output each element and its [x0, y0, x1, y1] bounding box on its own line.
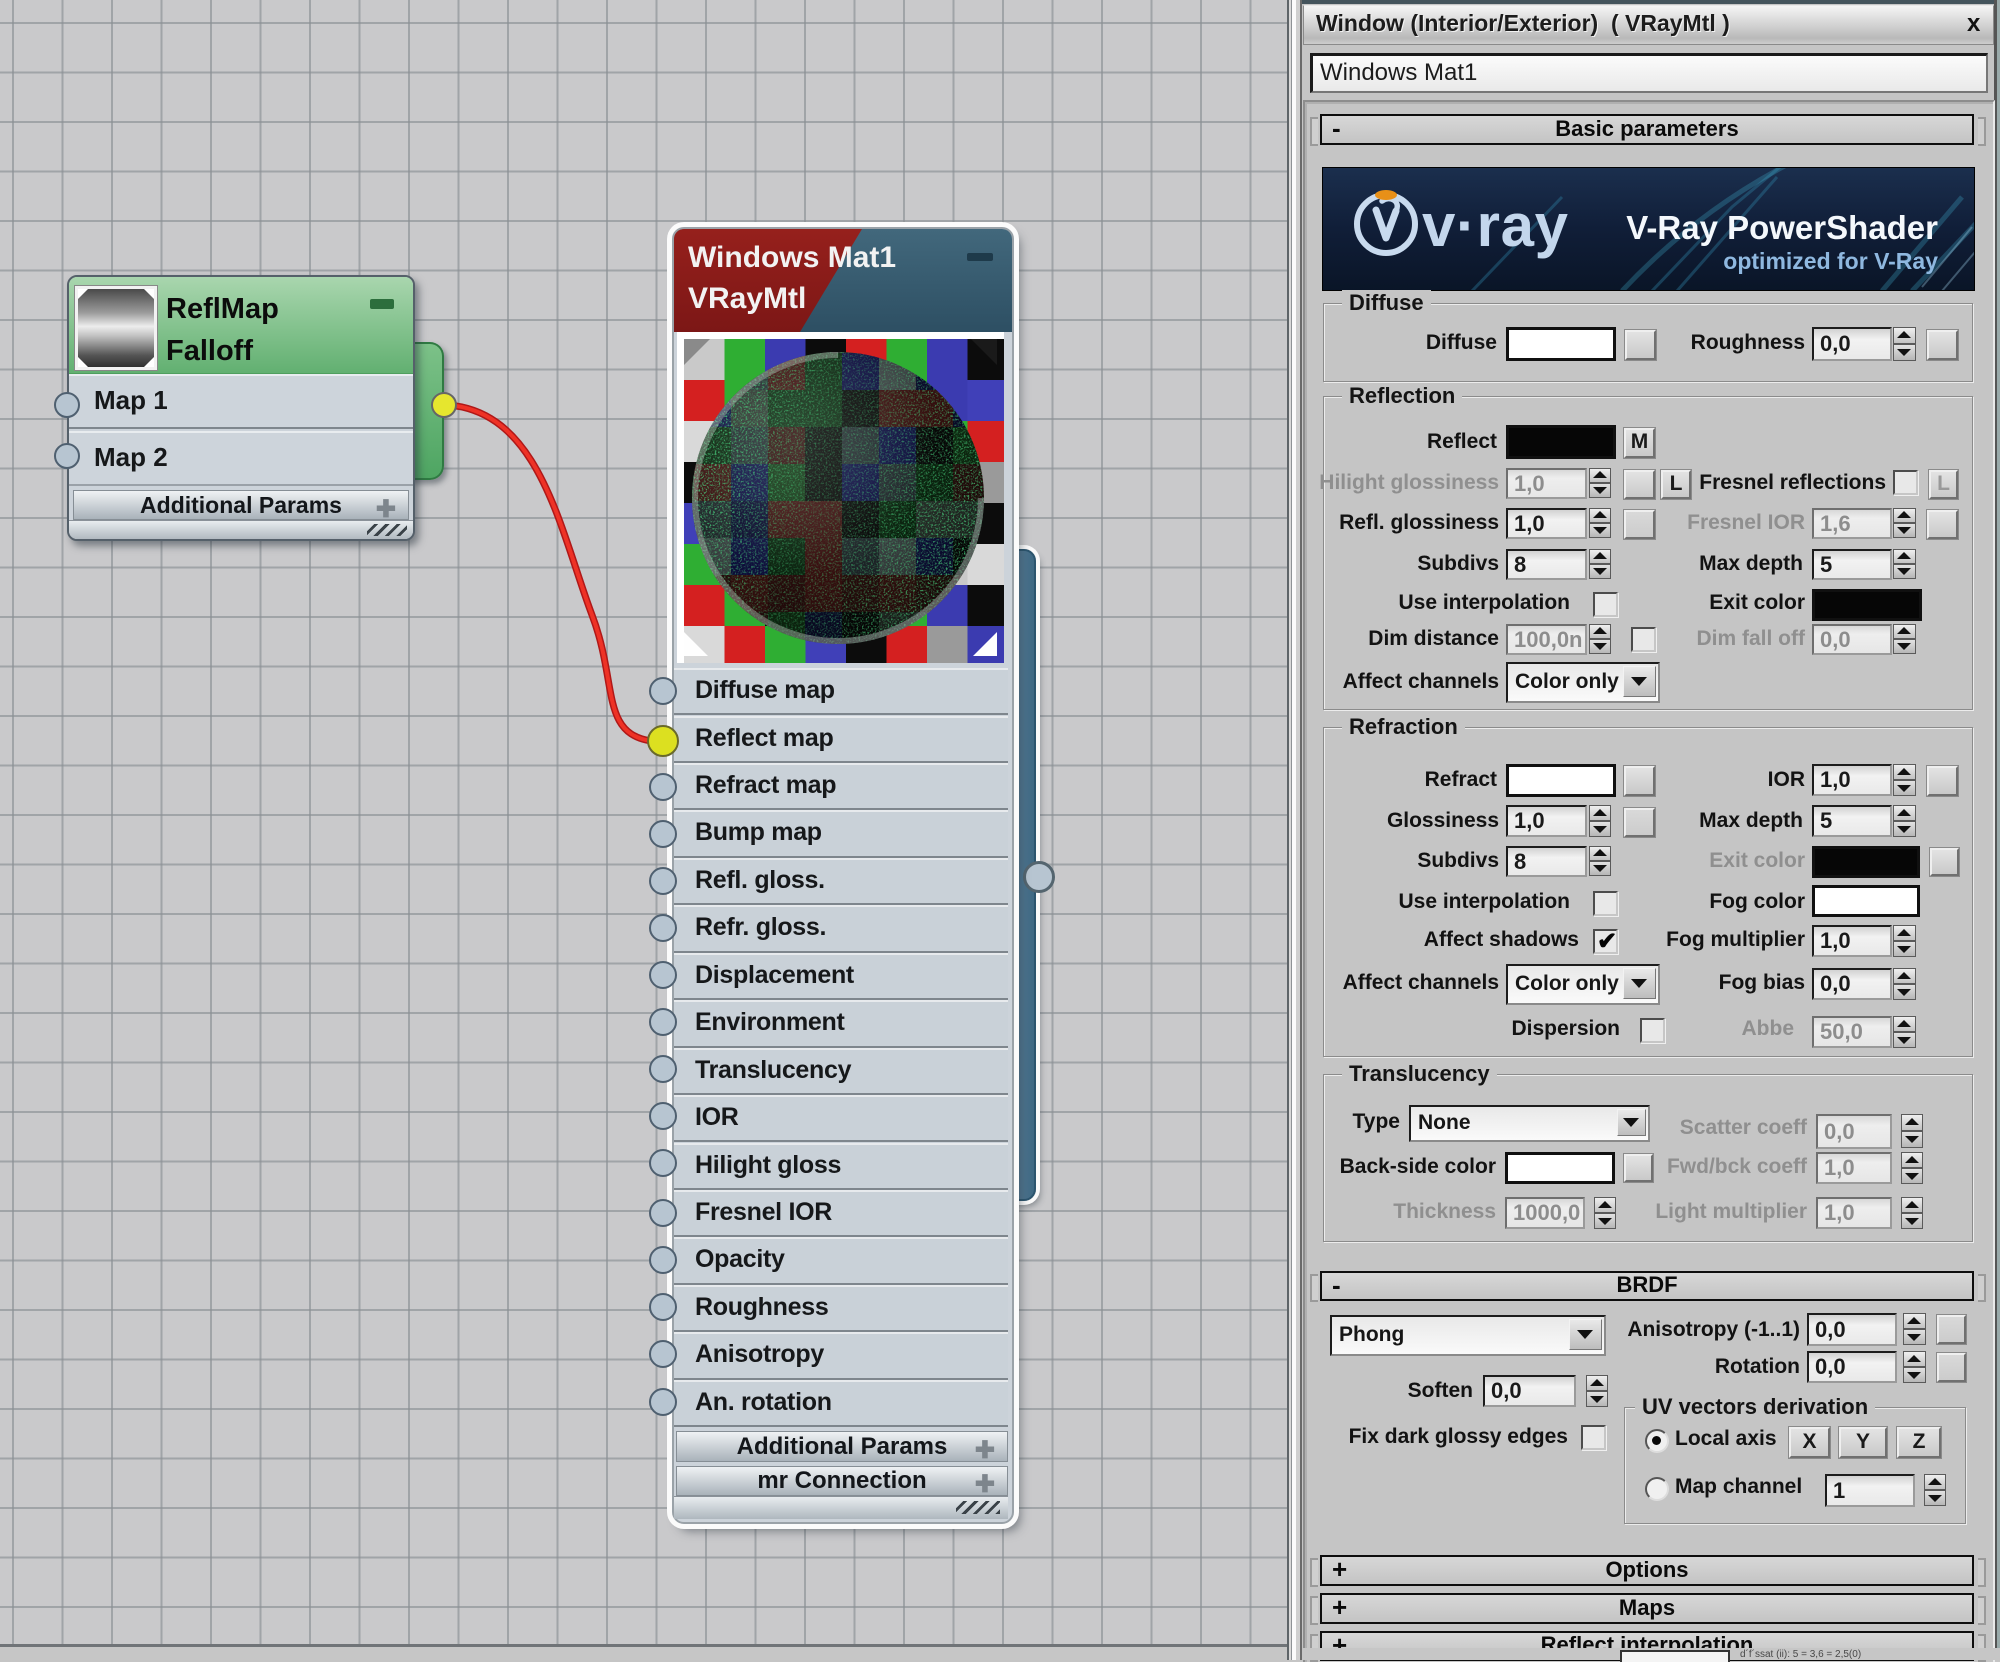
svg-text:V-Ray PowerShader: V-Ray PowerShader: [1626, 209, 1938, 246]
svg-text:optimized for V-Ray: optimized for V-Ray: [1723, 248, 1938, 274]
svg-text:v·ray: v·ray: [1422, 192, 1569, 259]
